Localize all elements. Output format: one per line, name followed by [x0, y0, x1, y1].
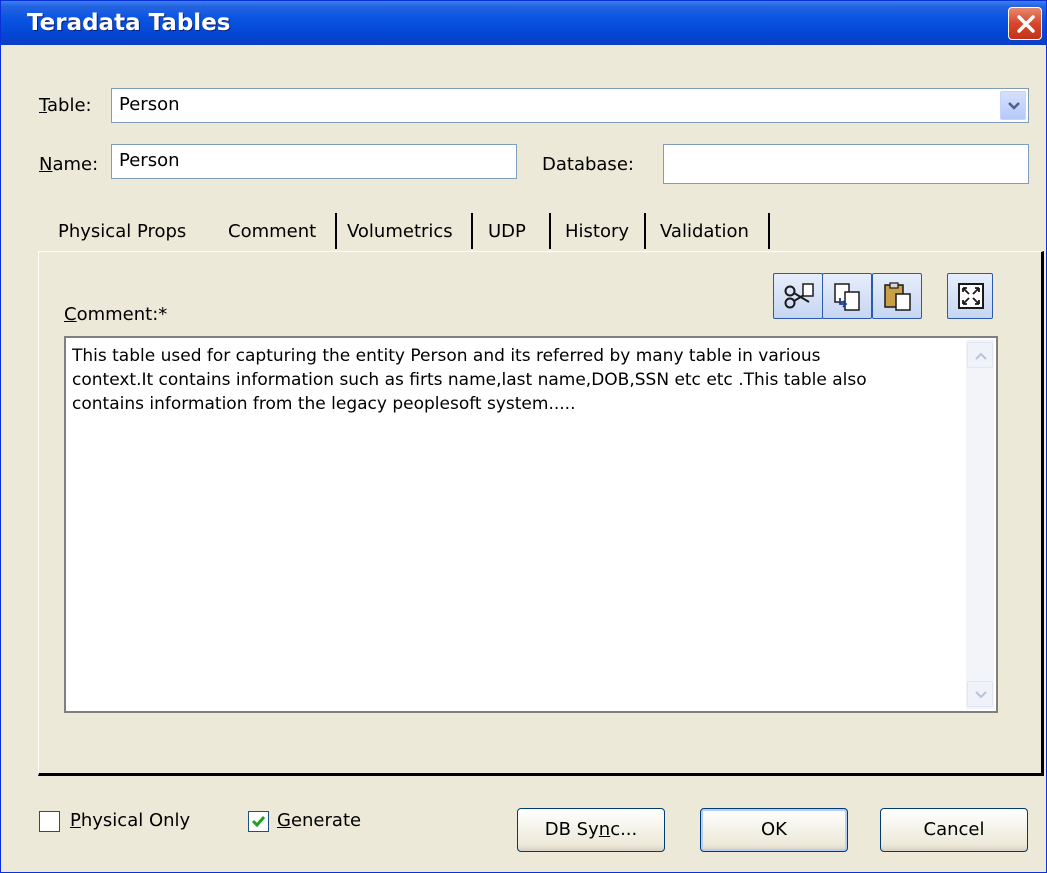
- tab-volumetrics[interactable]: Volumetrics: [347, 221, 453, 242]
- table-combobox[interactable]: Person: [111, 88, 1029, 123]
- db-sync-button[interactable]: DB Sync...: [517, 808, 665, 852]
- tab-validation[interactable]: Validation: [660, 221, 749, 242]
- tab-udp[interactable]: UDP: [488, 221, 526, 242]
- cut-button[interactable]: [773, 273, 823, 319]
- database-label: Database:: [542, 154, 634, 175]
- tab-divider: [471, 213, 473, 249]
- scroll-up-button[interactable]: [967, 342, 993, 368]
- physical-only-label[interactable]: Physical Only: [70, 810, 190, 831]
- copy-icon: [834, 283, 860, 311]
- chevron-down-icon: [975, 691, 987, 699]
- paste-button[interactable]: [872, 273, 922, 319]
- name-field[interactable]: Person: [111, 144, 517, 179]
- cancel-button[interactable]: Cancel: [880, 808, 1028, 852]
- tab-physical-props[interactable]: Physical Props: [58, 221, 186, 242]
- comment-label: Comment:*: [64, 304, 168, 325]
- cut-icon: [784, 283, 814, 309]
- comment-text: This table used for capturing the entity…: [72, 346, 867, 414]
- chevron-up-icon: [975, 352, 987, 360]
- paste-icon: [884, 282, 911, 311]
- teradata-tables-dialog: Teradata Tables Table: Person Name: Pers…: [0, 0, 1047, 873]
- table-label: Table:: [39, 95, 92, 116]
- expand-editor-button[interactable]: [947, 273, 993, 319]
- tab-divider: [644, 213, 646, 249]
- physical-only-checkbox[interactable]: [39, 811, 60, 832]
- comment-scrollbar[interactable]: [966, 340, 994, 709]
- tab-divider: [768, 213, 770, 249]
- tab-divider: [335, 213, 337, 249]
- expand-icon: [958, 283, 984, 309]
- scroll-down-button[interactable]: [967, 681, 993, 707]
- tab-comment[interactable]: Comment: [228, 221, 316, 242]
- generate-checkbox[interactable]: [248, 811, 269, 832]
- copy-button[interactable]: [822, 273, 872, 319]
- table-dropdown-button[interactable]: [1000, 91, 1026, 120]
- tab-history[interactable]: History: [565, 221, 629, 242]
- chevron-down-icon: [1008, 102, 1020, 110]
- tab-divider: [549, 213, 551, 249]
- name-field-value: Person: [119, 150, 180, 171]
- close-icon: [1017, 15, 1035, 33]
- ok-button[interactable]: OK: [700, 808, 848, 852]
- checkmark-icon: [251, 816, 266, 828]
- title-bar[interactable]: Teradata Tables: [1, 1, 1046, 45]
- close-button[interactable]: [1008, 7, 1042, 40]
- database-field[interactable]: [663, 144, 1029, 184]
- name-label: Name:: [39, 154, 99, 175]
- comment-textarea[interactable]: This table used for capturing the entity…: [64, 336, 998, 713]
- table-combobox-value: Person: [119, 94, 180, 115]
- window-title: Teradata Tables: [27, 10, 231, 36]
- generate-label[interactable]: Generate: [277, 810, 361, 831]
